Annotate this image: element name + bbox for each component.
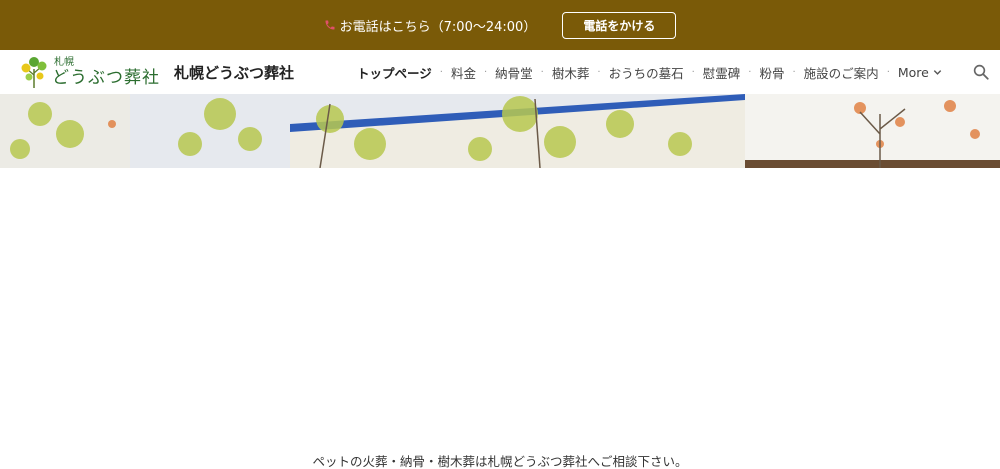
- site-header: 札幌 どうぶつ葬社 札幌どうぶつ葬社 トップページ · 料金 · 納骨堂 · 樹…: [0, 50, 1000, 94]
- hero-image: [0, 94, 1000, 168]
- phone-icon: [324, 19, 336, 31]
- nav-item-powder[interactable]: 粉骨: [759, 63, 784, 82]
- phone-hours-text: お電話はこちら（7:00〜24:00）: [324, 16, 537, 35]
- logo-small-text: 札幌: [54, 56, 74, 68]
- nav-item-top[interactable]: トップページ: [357, 63, 432, 82]
- hero-photo-illustration: [0, 94, 1000, 168]
- nav-separator: ·: [439, 66, 443, 78]
- nav-separator: ·: [597, 66, 601, 78]
- nav-more-button[interactable]: More: [898, 65, 943, 80]
- nav-separator: ·: [540, 66, 544, 78]
- nav-item-price[interactable]: 料金: [451, 63, 476, 82]
- nav-item-facility[interactable]: 施設のご案内: [804, 63, 879, 82]
- nav-item-tree-burial[interactable]: 樹木葬: [552, 63, 590, 82]
- main-nav: トップページ · 料金 · 納骨堂 · 樹木葬 · おうちの墓石 · 慰霊碑 ·…: [357, 50, 943, 94]
- chevron-down-icon: [933, 69, 942, 75]
- search-icon[interactable]: [972, 63, 990, 81]
- phone-label: お電話はこちら（7:00〜24:00）: [339, 19, 537, 35]
- site-title[interactable]: 札幌どうぶつ葬社: [174, 62, 294, 83]
- nav-separator: ·: [886, 66, 890, 78]
- nav-item-home-grave[interactable]: おうちの墓石: [609, 63, 684, 82]
- call-button[interactable]: 電話をかける: [562, 11, 677, 39]
- nav-more-label: More: [897, 64, 929, 80]
- nav-item-ossuary[interactable]: 納骨堂: [495, 63, 533, 82]
- tree-logo-icon: [21, 57, 47, 88]
- nav-item-memorial[interactable]: 慰霊碑: [703, 63, 741, 82]
- logo-text: 札幌 どうぶつ葬社: [52, 56, 160, 88]
- logo-main-text: どうぶつ葬社: [52, 67, 160, 88]
- nav-separator: ·: [748, 66, 752, 78]
- nav-separator: ·: [483, 66, 488, 78]
- site-logo[interactable]: 札幌 どうぶつ葬社: [20, 54, 165, 90]
- footer-tagline: ペットの火葬・納骨・樹木葬は札幌どうぶつ葬社へご相談下さい。: [312, 454, 688, 469]
- nav-separator: ·: [691, 66, 695, 78]
- nav-separator: ·: [792, 66, 796, 78]
- top-call-bar: お電話はこちら（7:00〜24:00） 電話をかける: [0, 0, 1000, 50]
